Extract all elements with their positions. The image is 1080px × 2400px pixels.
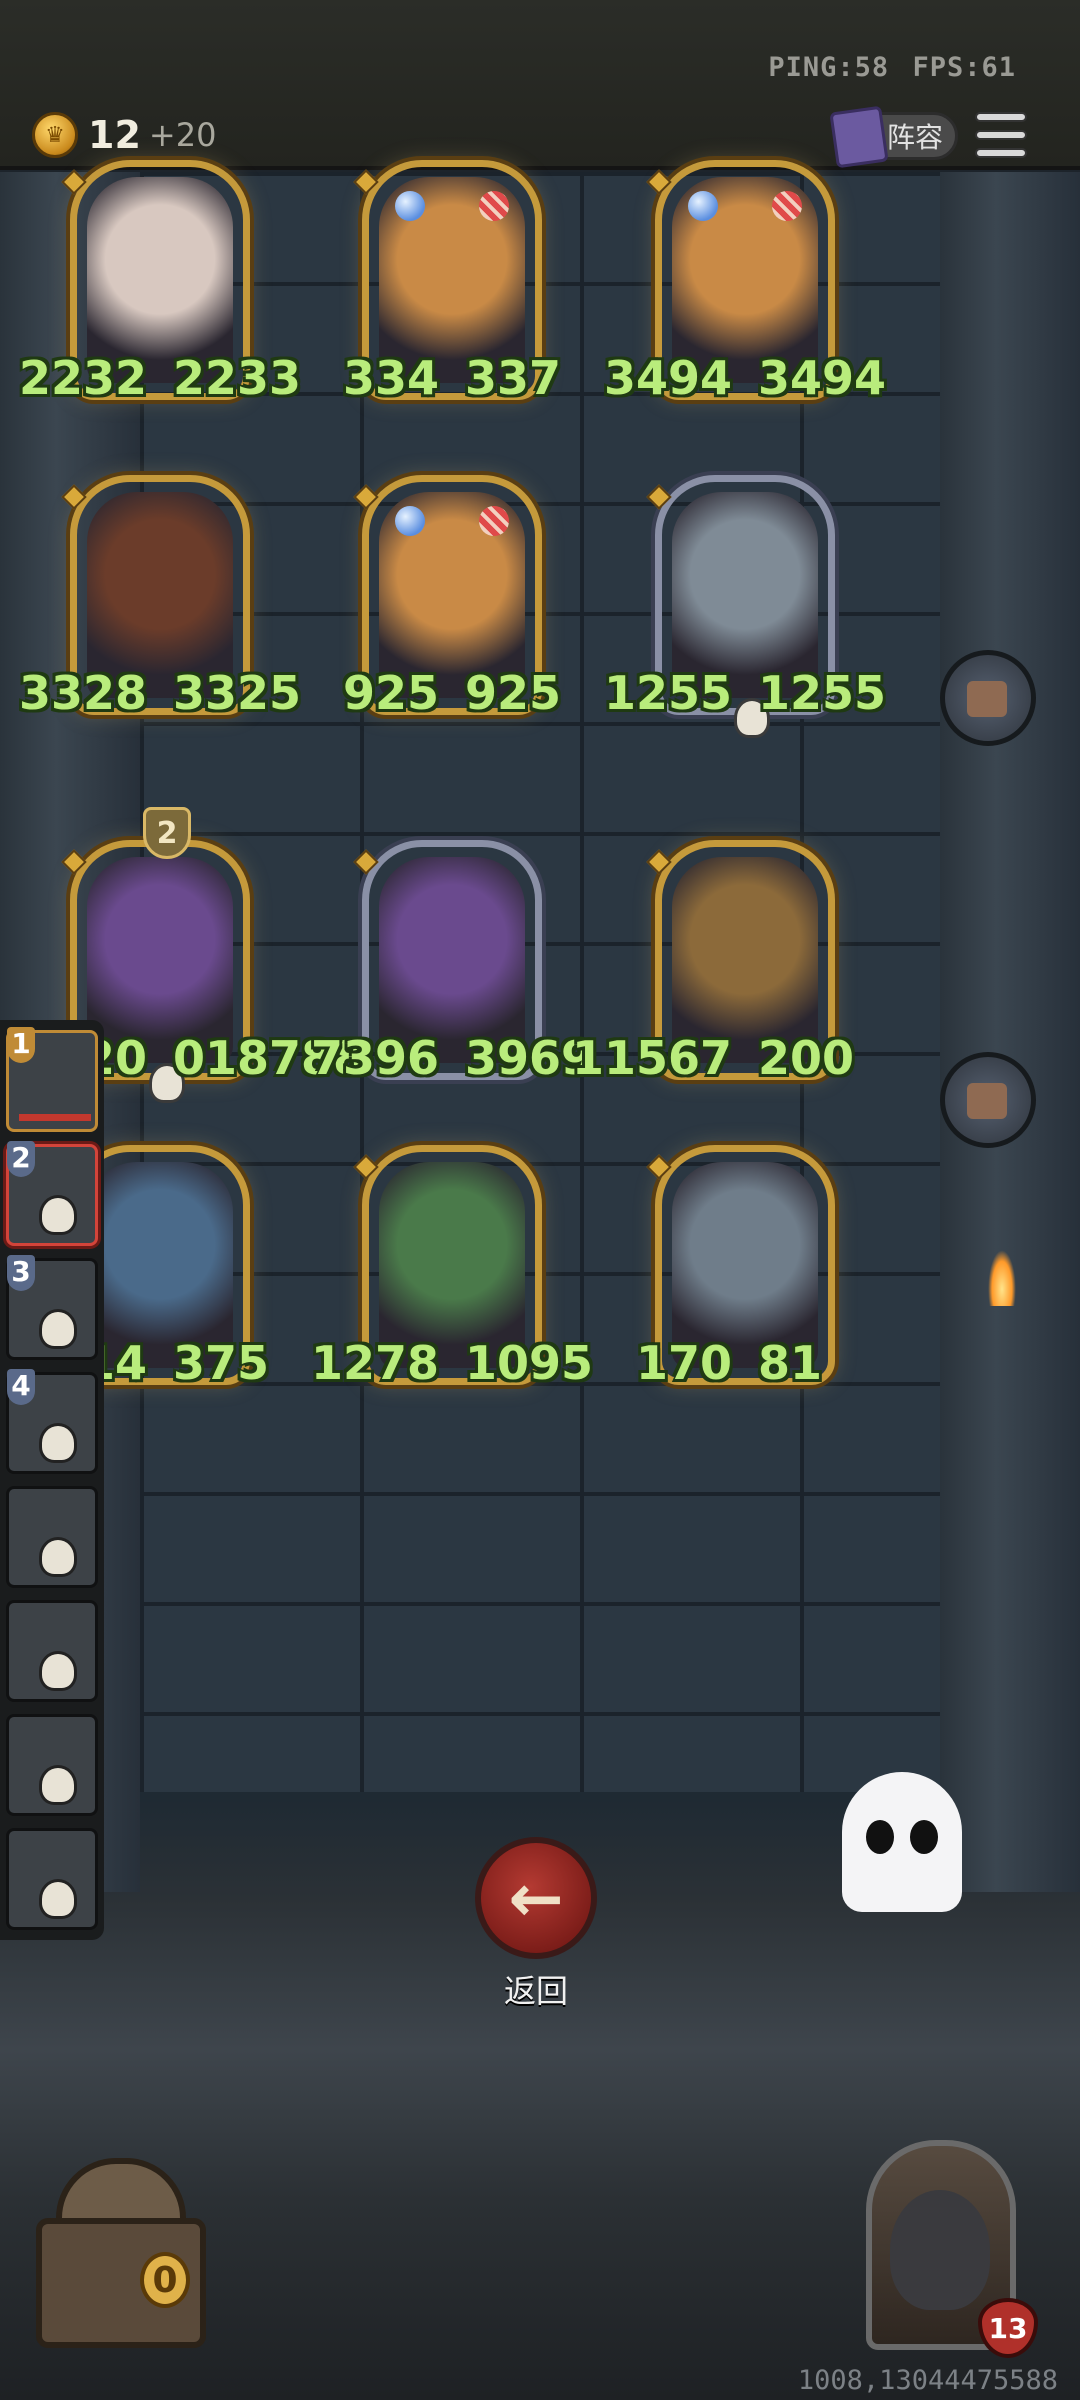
slot-number: 3	[7, 1255, 35, 1291]
coffin-button[interactable]	[940, 650, 1036, 746]
unit-card[interactable]: 3328 3325	[19, 475, 301, 720]
attack-value: 334	[342, 351, 439, 405]
attack-value: 7396	[310, 1031, 439, 1085]
attack-value: 11567	[571, 1031, 732, 1085]
health-value: 375	[173, 1336, 270, 1390]
attack-value: 1278	[310, 1336, 439, 1390]
health-value: 2233	[173, 351, 302, 405]
gold-display: 12 +20	[32, 112, 216, 158]
right-pillar	[940, 172, 1080, 1892]
unit-card[interactable]: 925 925	[343, 475, 561, 720]
menu-line	[975, 148, 1027, 158]
player-health-bar	[19, 1114, 91, 1121]
ghost-eye	[866, 1820, 894, 1854]
roster-slot[interactable]	[6, 1714, 98, 1816]
attack-value: 3494	[603, 351, 732, 405]
cat-hero-icon	[890, 2190, 990, 2310]
ghost-mascot[interactable]	[842, 1772, 962, 1912]
back-button[interactable]: ←	[475, 1837, 597, 1959]
skull-icon	[39, 1195, 77, 1235]
slot-number: 1	[7, 1027, 35, 1063]
attack-value: 1255	[603, 666, 732, 720]
health-value: 81	[758, 1336, 823, 1390]
lineup-label: 阵容	[886, 121, 943, 154]
skull-icon	[39, 1537, 77, 1577]
unit-card[interactable]: 170 81	[636, 1145, 835, 1390]
roster-slot[interactable]	[6, 1486, 98, 1588]
gold-income: +20	[148, 116, 217, 154]
slot-number: 2	[7, 1141, 35, 1177]
health-value: 3325	[173, 666, 302, 720]
health-value: 3494	[758, 351, 887, 405]
blue-orb-icon	[395, 506, 425, 536]
unit-card[interactable]: 2232 2233	[19, 160, 301, 405]
skull-icon	[39, 1651, 77, 1691]
attack-value: 3328	[18, 666, 147, 720]
roster-slot[interactable]	[6, 1600, 98, 1702]
unit-card[interactable]: 7396 3969	[311, 840, 593, 1085]
menu-line	[975, 130, 1027, 140]
treasure-chest[interactable]: 0	[16, 2158, 216, 2354]
candy-orb-icon	[479, 191, 509, 221]
hero-portrait[interactable]: 13	[866, 2140, 1038, 2360]
attack-value: 170	[635, 1336, 732, 1390]
shop-item-button[interactable]	[940, 1052, 1036, 1148]
unit-card[interactable]: 1278 1095	[311, 1145, 593, 1390]
skull-icon	[39, 1879, 77, 1919]
slot-number: 4	[7, 1369, 35, 1405]
health-value: 337	[465, 351, 562, 405]
level-badge: 2	[143, 807, 191, 859]
unit-card[interactable]: 11567 200	[572, 840, 854, 1085]
gold-amount: 12	[88, 113, 141, 157]
attack-value: 2232	[18, 351, 147, 405]
book-icon	[829, 105, 889, 169]
top-bar: PING:58 FPS:61 12 +20 阵容	[0, 0, 1080, 170]
match-id: 1008,13044475588	[797, 2365, 1058, 2396]
network-stats: PING:58 FPS:61	[762, 52, 1016, 83]
skull-icon	[39, 1765, 77, 1805]
roster-slot[interactable]: 4	[6, 1369, 98, 1474]
ping-text: PING:58	[768, 52, 890, 83]
roster-slot[interactable]: 1	[6, 1027, 98, 1132]
blue-orb-icon	[688, 191, 718, 221]
health-value: 925	[465, 666, 562, 720]
roster-slot[interactable]: 2	[6, 1141, 98, 1246]
menu-line	[975, 112, 1027, 122]
back-arrow-icon: ←	[508, 1859, 564, 1937]
candy-orb-icon	[772, 191, 802, 221]
torch-icon	[988, 1250, 1016, 1306]
skull-icon	[39, 1309, 77, 1349]
health-value: 1255	[758, 666, 887, 720]
gold-coin-icon	[32, 112, 78, 158]
menu-button[interactable]	[975, 112, 1027, 158]
attack-value: 925	[342, 666, 439, 720]
fps-text: FPS:61	[912, 52, 1016, 83]
back-label: 返回	[503, 1972, 568, 2010]
skull-icon	[39, 1423, 77, 1463]
blue-orb-icon	[395, 191, 425, 221]
unit-card[interactable]: 334 337	[343, 160, 561, 405]
roster-slot[interactable]	[6, 1828, 98, 1930]
health-value: 1095	[465, 1336, 594, 1390]
health-value: 200	[758, 1031, 855, 1085]
unit-card[interactable]: 1255 1255	[604, 475, 886, 738]
ghost-eye	[910, 1820, 938, 1854]
candy-orb-icon	[479, 506, 509, 536]
player-roster: 1 2 3 4	[0, 1020, 104, 1940]
lineup-button[interactable]: 阵容	[829, 105, 958, 169]
unit-card[interactable]: 3494 3494	[604, 160, 886, 405]
roster-slot[interactable]: 3	[6, 1255, 98, 1360]
chest-count: 0	[140, 2252, 190, 2308]
game-screen: PING:58 FPS:61 12 +20 阵容 223222333343373…	[0, 0, 1080, 2400]
